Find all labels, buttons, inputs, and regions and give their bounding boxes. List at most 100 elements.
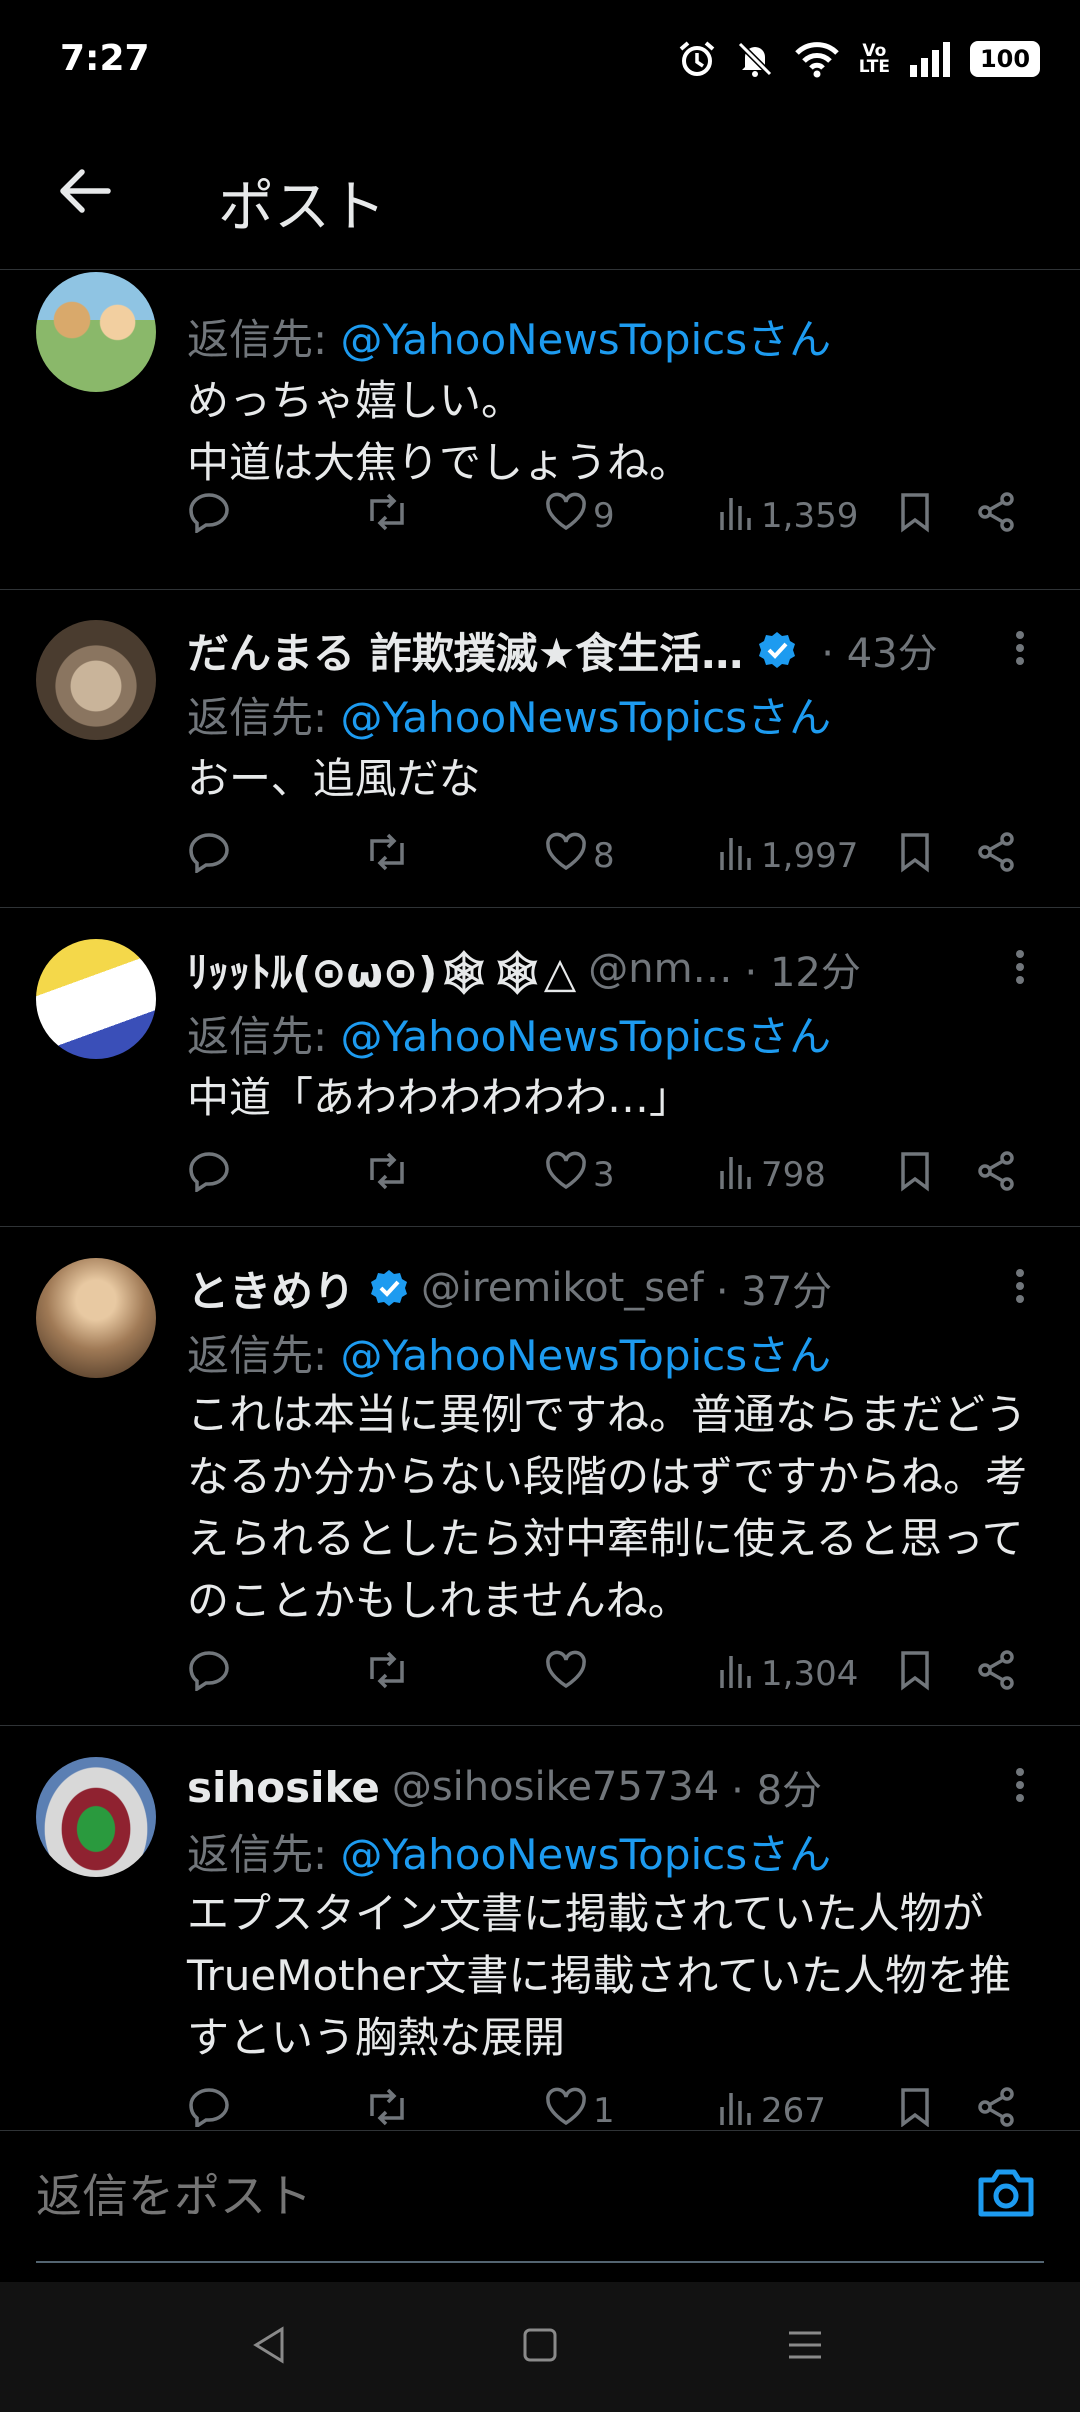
reply-button[interactable] bbox=[187, 2081, 231, 2127]
views-button[interactable]: 1,359 bbox=[717, 486, 858, 546]
status-time: 7:27 bbox=[60, 38, 150, 79]
views-button[interactable]: 1,304 bbox=[717, 1644, 858, 1704]
share-button[interactable] bbox=[975, 2081, 1017, 2127]
tweet-text: おー、追風だな bbox=[187, 754, 481, 803]
like-button[interactable]: 3 bbox=[545, 1145, 615, 1205]
like-button[interactable]: 8 bbox=[545, 826, 615, 886]
triangle-back-icon bbox=[250, 2325, 290, 2369]
avatar[interactable] bbox=[36, 939, 156, 1059]
view-count: 1,304 bbox=[761, 1654, 859, 1694]
like-button[interactable]: 9 bbox=[545, 486, 615, 546]
author-handle: @iremikot_sef bbox=[421, 1265, 704, 1311]
view-count: 1,359 bbox=[761, 496, 859, 536]
bookmark-button[interactable] bbox=[897, 1145, 933, 1205]
reply-button[interactable] bbox=[187, 486, 231, 546]
post-time: · 12分 bbox=[744, 950, 861, 996]
comment-icon bbox=[187, 491, 231, 542]
share-button[interactable] bbox=[975, 486, 1017, 546]
reply-feed[interactable]: 返信先: @YahooNewsTopicsさん めっちゃ嬉しい。 中道は大焦りで… bbox=[0, 272, 1080, 2127]
bar-chart-icon bbox=[717, 2087, 755, 2128]
reply-compose-bar bbox=[0, 2130, 1080, 2282]
status-icons: Vo LTE 100 bbox=[677, 36, 1040, 82]
tweet-item[interactable]: ときめり @iremikot_sef · 37分 返信先: @YahooNews… bbox=[0, 1228, 1080, 1726]
views-button[interactable]: 798 bbox=[717, 1145, 826, 1205]
like-count: 1 bbox=[593, 2091, 615, 2127]
top-app-bar: ポスト bbox=[0, 120, 1080, 270]
more-options-button[interactable] bbox=[1000, 620, 1040, 680]
author-name[interactable]: ﾘｯｯﾄﾙ(⊙ω⊙)🕸🕸△ bbox=[187, 939, 576, 1000]
more-vertical-icon bbox=[1015, 1767, 1025, 1807]
share-button[interactable] bbox=[975, 826, 1017, 886]
like-count: 3 bbox=[593, 1155, 615, 1195]
repost-button[interactable] bbox=[362, 2081, 412, 2127]
comment-icon bbox=[187, 831, 231, 882]
reply-context: 返信先: @YahooNewsTopicsさん bbox=[187, 315, 832, 364]
nav-home-button[interactable] bbox=[500, 2312, 580, 2382]
like-button[interactable] bbox=[545, 1644, 593, 1704]
more-options-button[interactable] bbox=[1000, 1258, 1040, 1318]
share-button[interactable] bbox=[975, 1644, 1017, 1704]
reply-button[interactable] bbox=[187, 1145, 231, 1205]
nav-back-button[interactable] bbox=[230, 2312, 310, 2382]
tweet-header: sihosike @sihosike75734 · 8分 bbox=[187, 1757, 1060, 1817]
author-name[interactable]: sihosike bbox=[187, 1763, 380, 1812]
more-options-button[interactable] bbox=[1000, 939, 1040, 999]
author-name[interactable]: ときめり bbox=[187, 1258, 355, 1319]
heart-icon bbox=[545, 2087, 587, 2128]
avatar[interactable] bbox=[36, 1757, 156, 1877]
reply-context: 返信先: @YahooNewsTopicsさん bbox=[187, 1012, 832, 1061]
author-handle: @nm… bbox=[588, 946, 733, 992]
mention-link[interactable]: @YahooNewsTopicsさん bbox=[341, 315, 832, 364]
bookmark-button[interactable] bbox=[897, 826, 933, 886]
nav-menu-button[interactable] bbox=[765, 2312, 845, 2382]
views-button[interactable]: 267 bbox=[717, 2081, 826, 2127]
tweet-item[interactable]: sihosike @sihosike75734 · 8分 返信先: @Yahoo… bbox=[0, 1727, 1080, 2127]
mention-link[interactable]: @YahooNewsTopicsさん bbox=[341, 1331, 832, 1380]
mention-link[interactable]: @YahooNewsTopicsさん bbox=[341, 1012, 832, 1061]
more-options-button[interactable] bbox=[1000, 1757, 1040, 1817]
author-name[interactable]: だんまる 詐欺撲滅★食生活… bbox=[187, 620, 743, 681]
verified-badge-icon bbox=[369, 1268, 409, 1308]
camera-button[interactable] bbox=[970, 2159, 1042, 2231]
reply-context: 返信先: @YahooNewsTopicsさん bbox=[187, 1830, 832, 1879]
share-icon bbox=[975, 831, 1017, 882]
system-navigation-bar bbox=[0, 2282, 1080, 2412]
view-count: 267 bbox=[761, 2091, 826, 2127]
more-vertical-icon bbox=[1015, 949, 1025, 989]
repost-button[interactable] bbox=[362, 486, 412, 546]
tweet-item[interactable]: ﾘｯｯﾄﾙ(⊙ω⊙)🕸🕸△ @nm… · 12分 返信先: @YahooNews… bbox=[0, 909, 1080, 1227]
post-time: · 43分 bbox=[821, 631, 938, 677]
share-button[interactable] bbox=[975, 1145, 1017, 1205]
tweet-header: ﾘｯｯﾄﾙ(⊙ω⊙)🕸🕸△ @nm… · 12分 bbox=[187, 939, 1060, 999]
repost-button[interactable] bbox=[362, 826, 412, 886]
views-button[interactable]: 1,997 bbox=[717, 826, 858, 886]
heart-icon bbox=[545, 1650, 587, 1699]
tweet-item[interactable]: だんまる 詐欺撲滅★食生活… · 43分 返信先: @YahooNewsTopi… bbox=[0, 590, 1080, 908]
bell-muted-icon bbox=[735, 39, 775, 79]
heart-icon bbox=[545, 832, 587, 881]
avatar[interactable] bbox=[36, 620, 156, 740]
bookmark-button[interactable] bbox=[897, 2081, 933, 2127]
more-options-button[interactable] bbox=[1000, 272, 1040, 304]
bookmark-icon bbox=[897, 2086, 933, 2127]
avatar[interactable] bbox=[36, 1258, 156, 1378]
avatar[interactable] bbox=[36, 272, 156, 392]
tweet-header: ときめり @iremikot_sef · 37分 bbox=[187, 1258, 1060, 1318]
repost-icon bbox=[362, 2086, 412, 2128]
mention-link[interactable]: @YahooNewsTopicsさん bbox=[341, 693, 832, 742]
mention-link[interactable]: @YahooNewsTopicsさん bbox=[341, 1830, 832, 1879]
share-icon bbox=[975, 2086, 1017, 2128]
reply-input[interactable] bbox=[36, 2161, 836, 2231]
reply-button[interactable] bbox=[187, 1644, 231, 1704]
bookmark-button[interactable] bbox=[897, 1644, 933, 1704]
heart-icon bbox=[545, 492, 587, 541]
like-button[interactable]: 1 bbox=[545, 2081, 615, 2127]
bookmark-icon bbox=[897, 1150, 933, 1201]
repost-button[interactable] bbox=[362, 1644, 412, 1704]
reply-button[interactable] bbox=[187, 826, 231, 886]
tweet-actions: 1,304 bbox=[187, 1644, 1057, 1704]
back-button[interactable] bbox=[52, 160, 118, 226]
repost-button[interactable] bbox=[362, 1145, 412, 1205]
bookmark-button[interactable] bbox=[897, 486, 933, 546]
tweet-item[interactable]: 返信先: @YahooNewsTopicsさん めっちゃ嬉しい。 中道は大焦りで… bbox=[0, 272, 1080, 590]
